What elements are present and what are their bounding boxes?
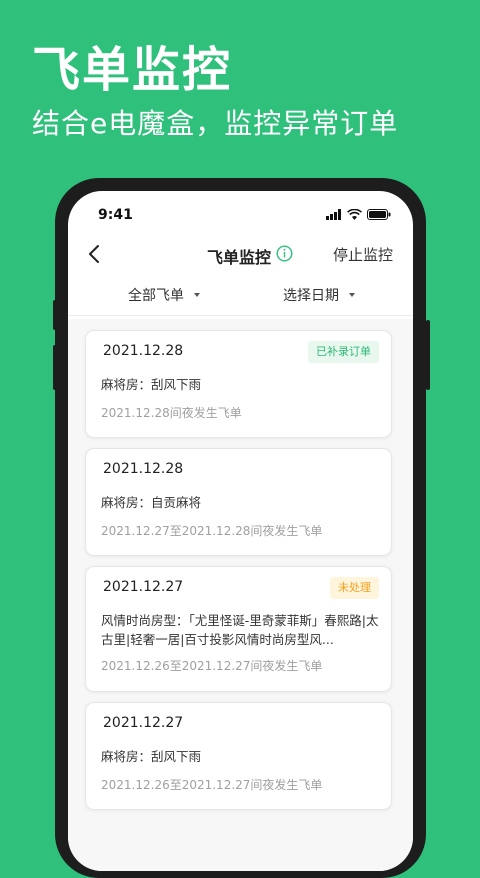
order-date: 2021.12.27 [103,579,184,595]
order-card[interactable]: 2021.12.28 已补录订单 麻将房：刮风下雨 2021.12.28间夜发生… [85,330,392,438]
info-icon[interactable] [276,245,293,262]
order-date: 2021.12.28 [103,343,184,359]
order-room: 麻将房：自贡麻将 [101,495,202,510]
filter-all-orders[interactable]: 全部飞单 [128,285,200,305]
status-badge: 未处理 [330,577,379,599]
status-bar: 9:41 [68,191,413,231]
hero-subtitle: 结合e电魔盒，监控异常订单 [32,107,399,140]
order-card[interactable]: 2021.12.27 未处理 风情时尚房型：「尤里怪诞-里奇蒙菲斯」春熙路|太古… [85,566,392,692]
hero-title: 飞单监控 [32,42,233,98]
signal-icon [326,209,341,220]
order-description: 2021.12.26至2021.12.27间夜发生飞单 [101,778,323,792]
stop-monitor-button[interactable]: 停止监控 [333,244,393,265]
order-description: 2021.12.26至2021.12.27间夜发生飞单 [101,659,323,673]
order-room: 风情时尚房型：「尤里怪诞-里奇蒙菲斯」春熙路|太古里|轻奢一居|百寸投影风情时尚… [101,613,379,647]
order-date: 2021.12.28 [103,461,184,477]
wifi-icon [347,209,362,220]
dropdown-caret-icon [349,293,355,297]
order-description: 2021.12.28间夜发生飞单 [101,406,242,420]
order-room: 麻将房：刮风下雨 [101,749,202,764]
order-card[interactable]: 2021.12.27 麻将房：刮风下雨 2021.12.26至2021.12.2… [85,702,392,810]
status-time: 9:41 [98,207,133,223]
order-date: 2021.12.27 [103,715,184,731]
order-room: 麻将房：刮风下雨 [101,377,202,392]
order-list: 2021.12.28 已补录订单 麻将房：刮风下雨 2021.12.28间夜发生… [68,319,413,871]
order-description: 2021.12.27至2021.12.28间夜发生飞单 [101,524,323,538]
phone-volume-button [53,345,57,390]
battery-icon [367,209,391,220]
page-title: 飞单监控 [207,248,272,267]
phone-volume-button [53,300,57,330]
filter-select-date[interactable]: 选择日期 [283,285,355,305]
back-arrow-icon[interactable] [84,243,106,265]
filter-label: 全部飞单 [128,288,184,304]
filter-bar: 全部飞单 选择日期 [68,279,413,316]
order-card[interactable]: 2021.12.28 麻将房：自贡麻将 2021.12.27至2021.12.2… [85,448,392,556]
dropdown-caret-icon [194,293,200,297]
app-screen: 9:41 飞单监控 停止监控 全部飞单 选择日期 2021.12.28 已补录订… [68,191,413,871]
status-badge: 已补录订单 [308,341,379,363]
phone-power-button [426,320,430,390]
filter-label: 选择日期 [283,288,339,304]
nav-bar: 飞单监控 停止监控 [68,239,413,271]
